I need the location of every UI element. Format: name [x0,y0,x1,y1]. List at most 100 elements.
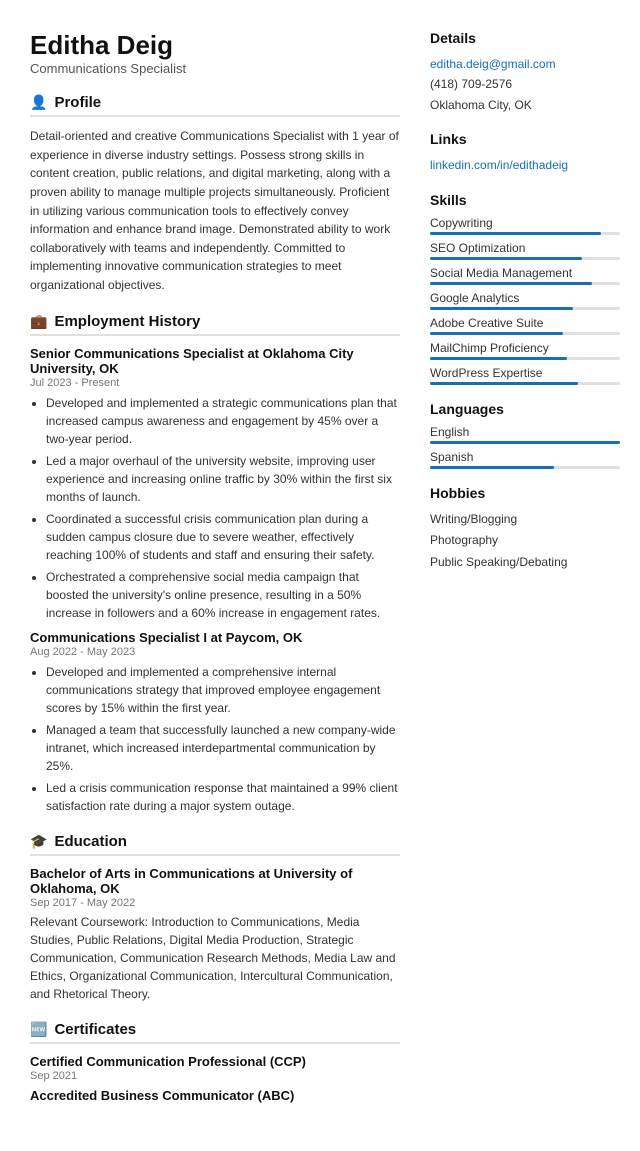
job-1: Senior Communications Specialist at Okla… [30,346,400,622]
list-item: Led a crisis communication response that… [46,779,400,815]
list-item: Coordinated a successful crisis communic… [46,510,400,564]
skill-name: SEO Optimization [430,241,620,255]
job-2-date: Aug 2022 - May 2023 [30,646,400,658]
skill-bar-bg [430,357,620,360]
skill-bar-fill [430,282,592,285]
resume-container: Editha Deig Communications Specialist 👤 … [0,0,640,1151]
skill-bar-bg [430,332,620,335]
details-label: Details [430,30,620,46]
edu-1: Bachelor of Arts in Communications at Un… [30,866,400,1003]
skill-bar-fill [430,357,567,360]
list-item: Developed and implemented a strategic co… [46,394,400,448]
skill-bar-fill [430,307,573,310]
job-2: Communications Specialist I at Paycom, O… [30,630,400,815]
skill-seo: SEO Optimization [430,241,620,260]
links-label: Links [430,131,620,147]
profile-icon: 👤 [30,94,47,111]
candidate-title: Communications Specialist [30,61,400,76]
job-1-bullets: Developed and implemented a strategic co… [30,394,400,622]
cert-1-title: Certified Communication Professional (CC… [30,1054,400,1069]
skill-bar-fill [430,232,601,235]
skills-label: Skills [430,192,620,208]
skills-section: Skills Copywriting SEO Optimization Soci… [430,192,620,385]
skill-name: Copywriting [430,216,620,230]
job-1-title: Senior Communications Specialist at Okla… [30,346,400,376]
edu-1-text: Relevant Coursework: Introduction to Com… [30,913,400,1003]
hobby-1: Writing/Blogging [430,509,620,531]
skill-adobe: Adobe Creative Suite [430,316,620,335]
languages-label: Languages [430,401,620,417]
skill-wordpress: WordPress Expertise [430,366,620,385]
hobby-3: Public Speaking/Debating [430,552,620,574]
employment-header: 💼 Employment History [30,313,400,336]
education-icon: 🎓 [30,833,47,850]
skill-social-media: Social Media Management [430,266,620,285]
certificates-header: 🆕 Certificates [30,1021,400,1044]
skill-name: Adobe Creative Suite [430,316,620,330]
skill-bar-bg [430,282,620,285]
location-text: Oklahoma City, OK [430,95,620,115]
skill-bar-fill [430,257,582,260]
lang-english: English [430,425,620,444]
hobby-2: Photography [430,530,620,552]
list-item: Managed a team that successfully launche… [46,721,400,775]
edu-1-date: Sep 2017 - May 2022 [30,897,400,909]
cert-2-title: Accredited Business Communicator (ABC) [30,1088,400,1103]
certificates-section: 🆕 Certificates Certified Communication P… [30,1021,400,1103]
email-link[interactable]: editha.deig@gmail.com [430,54,620,74]
skill-google-analytics: Google Analytics [430,291,620,310]
hobbies-section: Hobbies Writing/Blogging Photography Pub… [430,485,620,574]
profile-header: 👤 Profile [30,94,400,117]
details-section: Details editha.deig@gmail.com (418) 709-… [430,30,620,115]
header-section: Editha Deig Communications Specialist [30,30,400,76]
skill-name: Social Media Management [430,266,620,280]
education-header: 🎓 Education [30,833,400,856]
job-1-date: Jul 2023 - Present [30,377,400,389]
skill-bar-fill [430,382,578,385]
skill-name: MailChimp Proficiency [430,341,620,355]
certificates-label: Certificates [54,1021,136,1038]
employment-section: 💼 Employment History Senior Communicatio… [30,313,400,815]
skill-bar-bg [430,257,620,260]
lang-name: Spanish [430,450,620,464]
job-2-bullets: Developed and implemented a comprehensiv… [30,663,400,815]
profile-section: 👤 Profile Detail-oriented and creative C… [30,94,400,294]
skill-bar-bg [430,307,620,310]
profile-label: Profile [54,94,101,111]
edu-1-title: Bachelor of Arts in Communications at Un… [30,866,400,896]
cert-1: Certified Communication Professional (CC… [30,1054,400,1082]
list-item: Orchestrated a comprehensive social medi… [46,568,400,622]
job-2-title: Communications Specialist I at Paycom, O… [30,630,400,645]
employment-icon: 💼 [30,313,47,330]
employment-label: Employment History [54,313,200,330]
links-section: Links linkedin.com/in/edithadeig [430,131,620,175]
right-column: Details editha.deig@gmail.com (418) 709-… [430,30,620,1121]
lang-bar-fill [430,466,554,469]
cert-2: Accredited Business Communicator (ABC) [30,1088,400,1103]
education-label: Education [54,833,127,850]
phone-text: (418) 709-2576 [430,74,620,94]
skill-bar-bg [430,232,620,235]
skill-name: WordPress Expertise [430,366,620,380]
lang-name: English [430,425,620,439]
cert-1-date: Sep 2021 [30,1070,400,1082]
lang-bar-bg [430,441,620,444]
skill-copywriting: Copywriting [430,216,620,235]
lang-bar-fill [430,441,620,444]
lang-bar-bg [430,466,620,469]
skill-bar-bg [430,382,620,385]
list-item: Developed and implemented a comprehensiv… [46,663,400,717]
hobbies-label: Hobbies [430,485,620,501]
certificates-icon: 🆕 [30,1021,47,1038]
list-item: Led a major overhaul of the university w… [46,452,400,506]
left-column: Editha Deig Communications Specialist 👤 … [30,30,400,1121]
lang-spanish: Spanish [430,450,620,469]
education-section: 🎓 Education Bachelor of Arts in Communic… [30,833,400,1003]
skill-name: Google Analytics [430,291,620,305]
profile-text: Detail-oriented and creative Communicati… [30,127,400,294]
skill-bar-fill [430,332,563,335]
candidate-name: Editha Deig [30,30,400,61]
skill-mailchimp: MailChimp Proficiency [430,341,620,360]
linkedin-link[interactable]: linkedin.com/in/edithadeig [430,155,620,175]
languages-section: Languages English Spanish [430,401,620,469]
